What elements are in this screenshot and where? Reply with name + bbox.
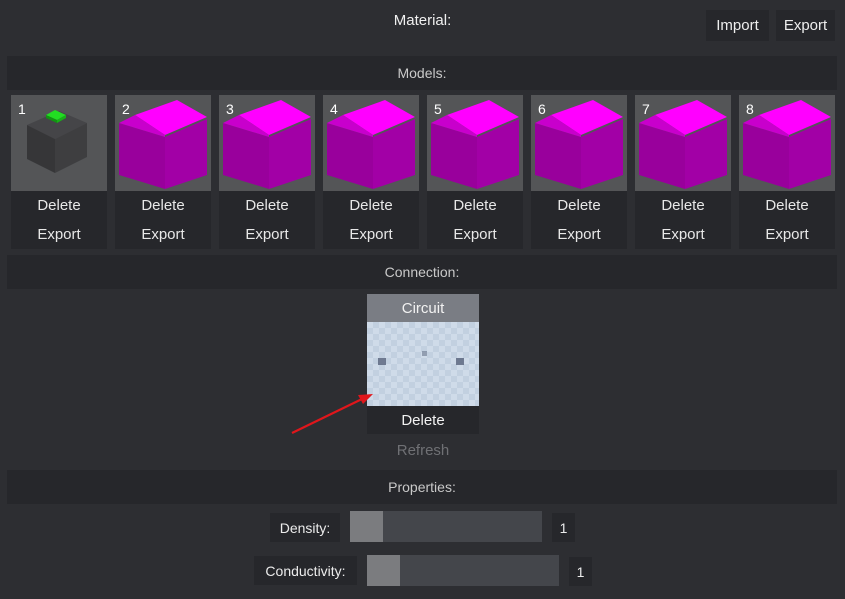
properties-title: Properties: [388, 479, 456, 495]
annotation-arrow-icon [291, 394, 373, 434]
model-number: 2 [122, 101, 130, 117]
model-number: 4 [330, 101, 338, 117]
conductivity-slider[interactable] [367, 555, 559, 586]
density-value[interactable]: 1 [552, 513, 575, 542]
conductivity-slider-fill [367, 555, 400, 586]
conductivity-value[interactable]: 1 [569, 557, 592, 586]
density-label: Density: [270, 513, 340, 542]
model-number: 3 [226, 101, 234, 117]
properties-section-header: Properties: [7, 470, 837, 504]
model-number: 7 [642, 101, 650, 117]
density-slider[interactable] [350, 511, 542, 542]
conductivity-label: Conductivity: [254, 556, 357, 585]
density-slider-fill [350, 511, 383, 542]
model-number: 6 [538, 101, 546, 117]
model-number: 5 [434, 101, 442, 117]
model-number: 1 [18, 101, 26, 117]
model-number: 8 [746, 101, 754, 117]
